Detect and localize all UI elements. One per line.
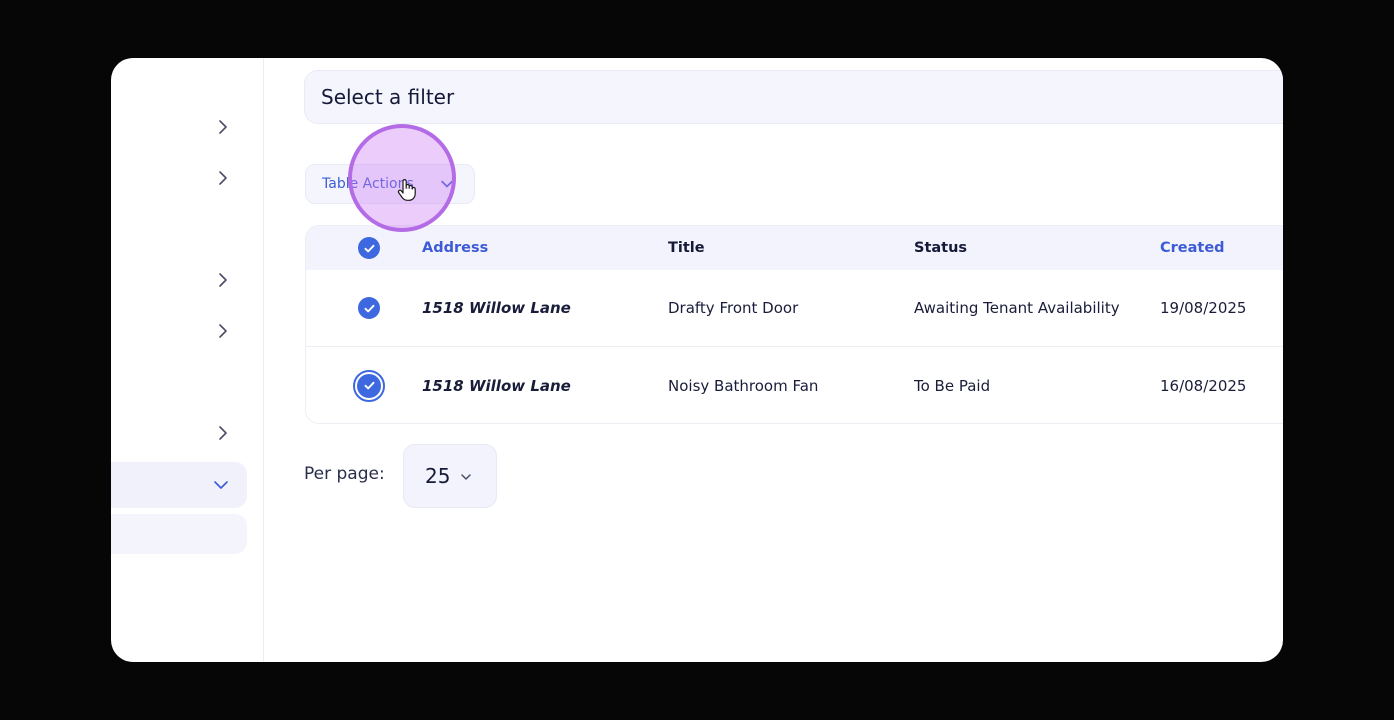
- select-all-checkbox[interactable]: [358, 226, 380, 270]
- chevron-right-icon[interactable]: [215, 425, 231, 441]
- per-page-select[interactable]: 25: [403, 444, 497, 508]
- column-header-status[interactable]: Status: [914, 226, 967, 270]
- row-checkbox[interactable]: [353, 347, 385, 423]
- cell-title: Noisy Bathroom Fan: [668, 376, 819, 395]
- cell-address[interactable]: 1518 Willow Lane: [422, 270, 571, 346]
- chevron-right-icon[interactable]: [215, 272, 231, 288]
- column-header-created[interactable]: Created: [1160, 226, 1225, 270]
- per-page-label: Per page:: [304, 464, 385, 484]
- cell-created: 16/08/2025: [1160, 376, 1247, 395]
- chevron-right-icon[interactable]: [215, 119, 231, 135]
- filter-placeholder: Select a filter: [321, 85, 455, 109]
- requests-table: Address Title Status Created 1518 Willow…: [305, 225, 1283, 424]
- check-circle-icon: [358, 297, 380, 319]
- hand-pointer-icon: [396, 178, 418, 202]
- chevron-right-icon[interactable]: [215, 170, 231, 186]
- check-circle-icon: [358, 237, 380, 259]
- table-row[interactable]: 1518 Willow Lane Noisy Bathroom Fan To B…: [306, 347, 1283, 423]
- column-header-address[interactable]: Address: [422, 226, 488, 270]
- cell-title: Drafty Front Door: [668, 299, 799, 317]
- filter-select[interactable]: Select a filter: [304, 70, 1283, 124]
- chevron-down-icon: [459, 470, 473, 484]
- chevron-right-icon[interactable]: [215, 323, 231, 339]
- sidebar-subitem-active[interactable]: [111, 514, 247, 554]
- cell-address[interactable]: 1518 Willow Lane: [422, 347, 571, 423]
- app-window: Select a filter Table Actions Address Ti…: [111, 58, 1283, 662]
- table-row[interactable]: 1518 Willow Lane Drafty Front Door Await…: [306, 270, 1283, 347]
- table-header: Address Title Status Created: [306, 226, 1283, 270]
- cell-status: Awaiting Tenant Availability: [914, 299, 1120, 317]
- per-page-value: 25: [425, 464, 451, 488]
- column-header-title[interactable]: Title: [668, 226, 705, 270]
- row-checkbox[interactable]: [358, 270, 380, 346]
- sidebar: [111, 58, 264, 662]
- sidebar-item-expanded[interactable]: [111, 462, 247, 508]
- cell-created: 19/08/2025: [1160, 299, 1247, 317]
- check-circle-icon: [353, 369, 385, 402]
- chevron-down-icon: [213, 477, 229, 493]
- cell-status: To Be Paid: [914, 376, 991, 395]
